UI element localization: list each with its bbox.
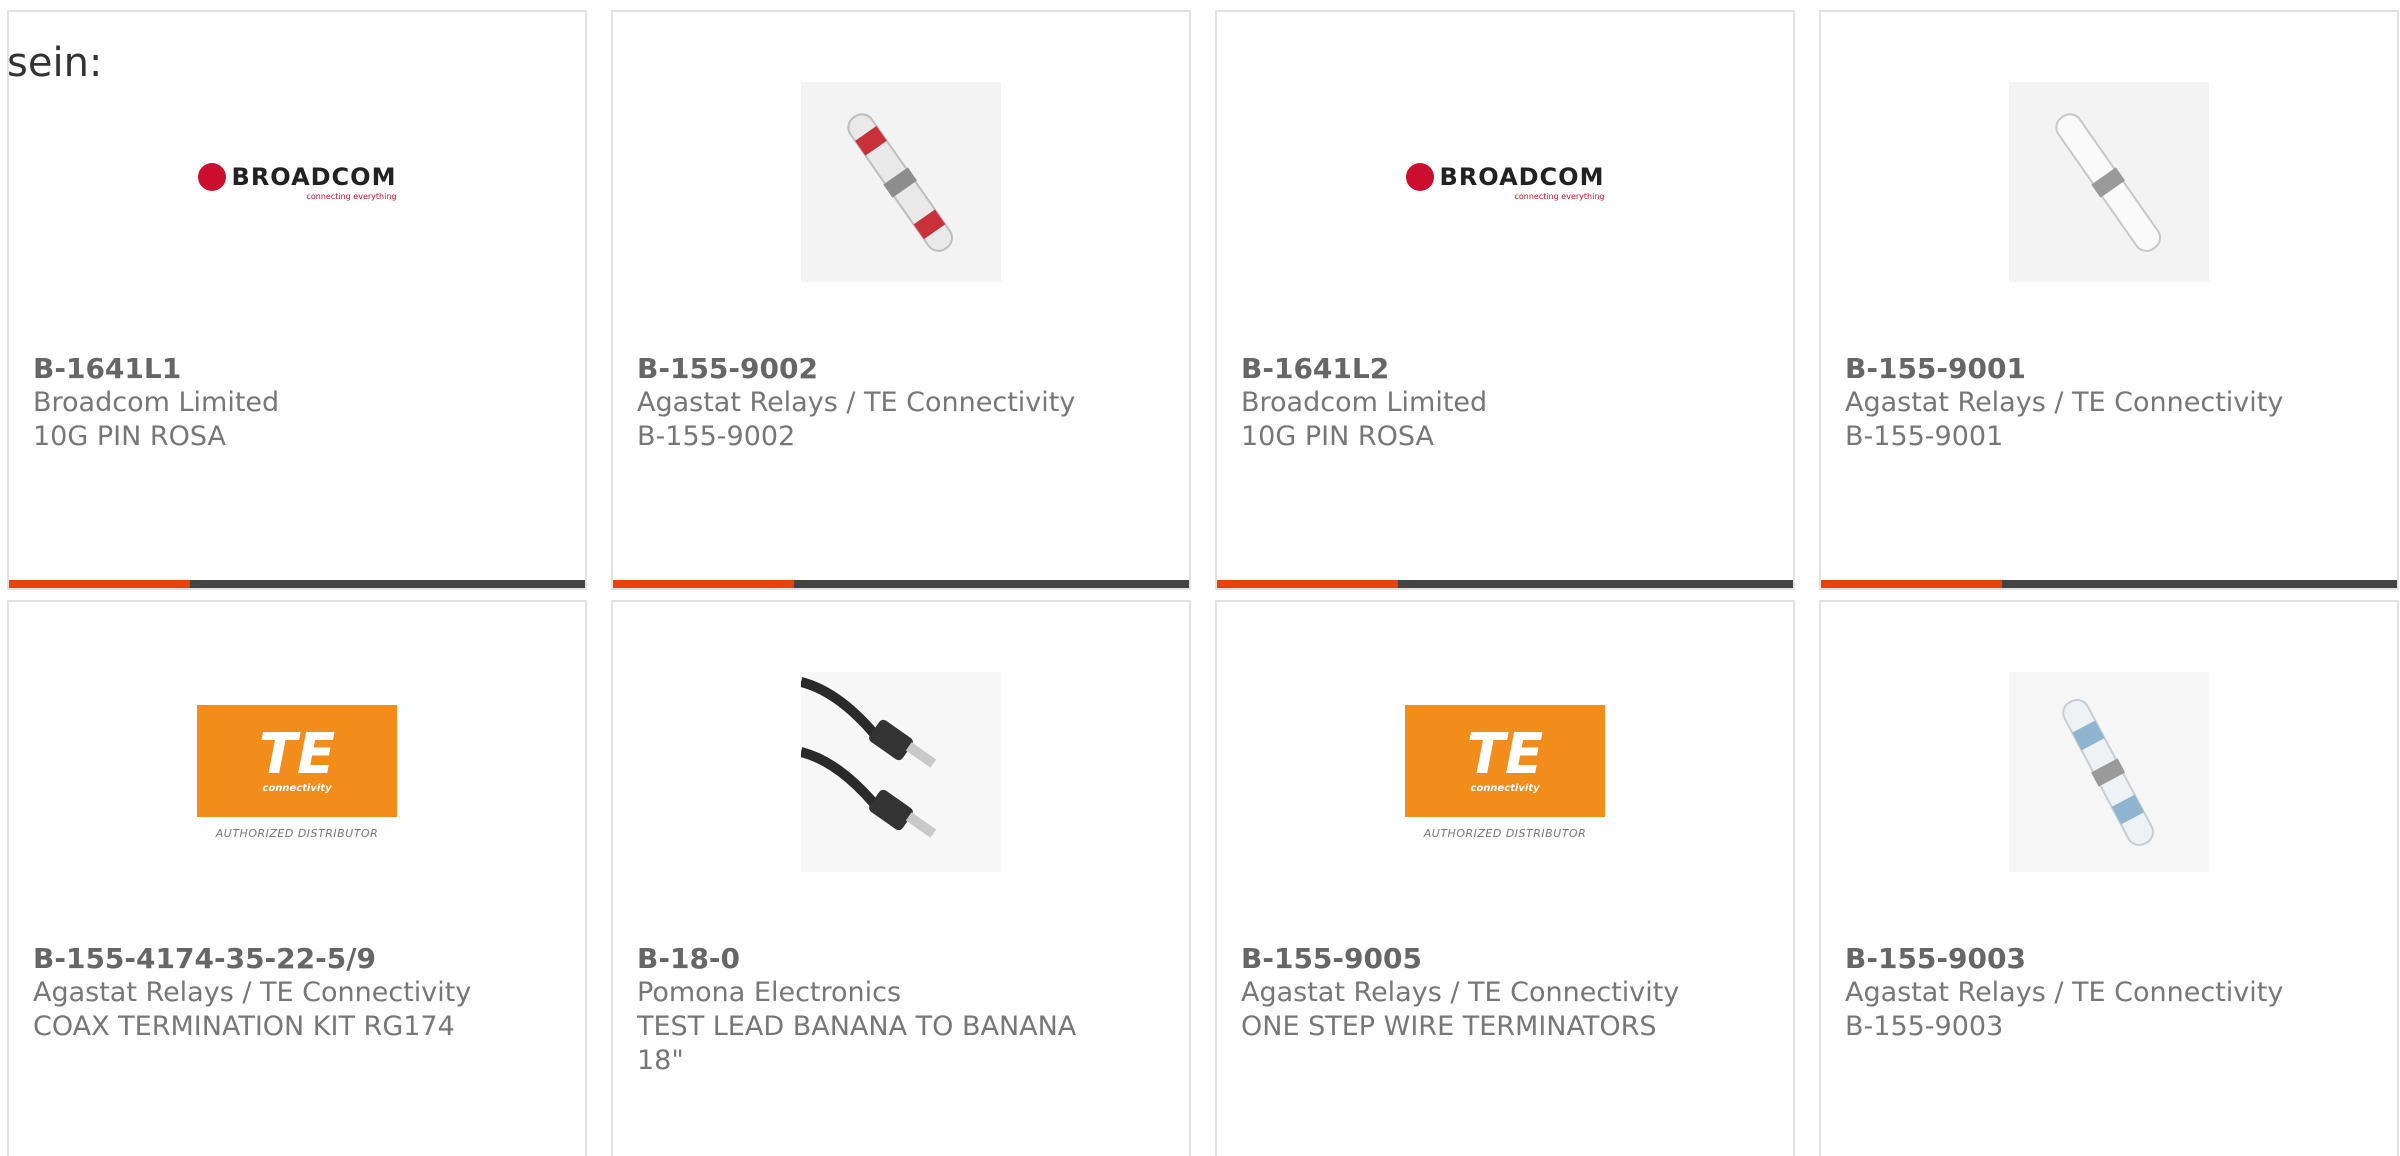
product-thumbnail[interactable] <box>801 82 1001 282</box>
te-connectivity-logo: TE connectivity AUTHORIZED DISTRIBUTOR <box>1405 704 1605 840</box>
product-description: B-155-9001 <box>1845 421 2004 452</box>
product-grid: BROADCOM connecting everything B-1641L1 … <box>7 10 2399 1156</box>
broadcom-logo: BROADCOM connecting everything <box>197 163 397 201</box>
broadcom-mark-icon <box>197 163 226 191</box>
manufacturer: Broadcom Limited <box>33 387 280 418</box>
te-logo-box: TE connectivity <box>1405 704 1605 817</box>
product-info: B-155-9005 Agastat Relays / TE Connectiv… <box>1241 942 1769 1044</box>
te-connectivity-logo: TE connectivity AUTHORIZED DISTRIBUTOR <box>197 704 397 840</box>
te-wordmark: TE <box>1466 722 1544 787</box>
manufacturer: Agastat Relays / TE Connectivity <box>1845 977 2284 1008</box>
product-info: B-155-9003 Agastat Relays / TE Connectiv… <box>1845 942 2373 1044</box>
broadcom-tagline: connecting everything <box>306 192 397 201</box>
part-number[interactable]: B-155-9001 <box>1845 352 2373 386</box>
banana-test-lead-photo <box>801 672 1001 872</box>
manufacturer: Agastat Relays / TE Connectivity <box>1241 977 1680 1008</box>
product-description: TEST LEAD BANANA TO BANANA 18" <box>637 1011 1077 1076</box>
card-accent-bar <box>1821 580 2003 588</box>
te-tagline: connectivity <box>262 783 332 794</box>
solder-sleeve-red-photo <box>801 82 1001 282</box>
part-number[interactable]: B-1641L1 <box>33 352 561 386</box>
manufacturer: Agastat Relays / TE Connectivity <box>637 387 1076 418</box>
product-description: B-155-9003 <box>1845 1011 2004 1042</box>
product-description: COAX TERMINATION KIT RG174 <box>33 1011 455 1042</box>
part-number[interactable]: B-155-9005 <box>1241 942 1769 976</box>
intro-text: sein: <box>7 40 103 86</box>
product-thumbnail[interactable] <box>801 672 1001 872</box>
product-thumbnail[interactable]: TE connectivity AUTHORIZED DISTRIBUTOR <box>197 672 397 872</box>
product-card[interactable]: TE connectivity AUTHORIZED DISTRIBUTOR B… <box>1215 600 1795 1156</box>
product-thumbnail[interactable] <box>2009 672 2209 872</box>
part-number[interactable]: B-155-9003 <box>1845 942 2373 976</box>
manufacturer: Agastat Relays / TE Connectivity <box>33 977 472 1008</box>
product-card[interactable]: BROADCOM connecting everything B-1641L1 … <box>7 10 587 590</box>
product-listing-page: sein: BROADCOM connecting everything B-1… <box>0 0 2400 1156</box>
broadcom-wordmark: BROADCOM <box>1439 163 1605 191</box>
part-number[interactable]: B-18-0 <box>637 942 1165 976</box>
card-bottom-bar <box>613 580 1189 588</box>
broadcom-logo: BROADCOM connecting everything <box>1405 163 1605 201</box>
authorized-distributor-label: AUTHORIZED DISTRIBUTOR <box>215 826 379 840</box>
product-card[interactable]: B-18-0 Pomona Electronics TEST LEAD BANA… <box>611 600 1191 1156</box>
solder-sleeve-clear-photo <box>2009 82 2209 282</box>
product-thumbnail[interactable] <box>2009 82 2209 282</box>
product-thumbnail[interactable]: BROADCOM connecting everything <box>1405 82 1605 282</box>
broadcom-tagline: connecting everything <box>1514 192 1605 201</box>
product-info: B-155-9001 Agastat Relays / TE Connectiv… <box>1845 352 2373 454</box>
product-info: B-155-4174-35-22-5/9 Agastat Relays / TE… <box>33 942 561 1044</box>
part-number[interactable]: B-155-4174-35-22-5/9 <box>33 942 561 976</box>
product-card[interactable]: B-155-9003 Agastat Relays / TE Connectiv… <box>1819 600 2399 1156</box>
card-accent-bar <box>613 580 795 588</box>
manufacturer: Broadcom Limited <box>1241 387 1488 418</box>
product-description: 10G PIN ROSA <box>1241 421 1435 452</box>
card-bottom-bar <box>1821 580 2397 588</box>
solder-sleeve-blue-photo <box>2009 672 2209 872</box>
manufacturer: Pomona Electronics <box>637 977 902 1008</box>
card-bottom-bar <box>1217 580 1793 588</box>
product-info: B-155-9002 Agastat Relays / TE Connectiv… <box>637 352 1165 454</box>
product-card[interactable]: B-155-9001 Agastat Relays / TE Connectiv… <box>1819 10 2399 590</box>
part-number[interactable]: B-155-9002 <box>637 352 1165 386</box>
product-description: ONE STEP WIRE TERMINATORS <box>1241 1011 1657 1042</box>
manufacturer: Agastat Relays / TE Connectivity <box>1845 387 2284 418</box>
product-thumbnail[interactable]: TE connectivity AUTHORIZED DISTRIBUTOR <box>1405 672 1605 872</box>
card-bottom-bar <box>9 580 585 588</box>
product-info: B-1641L1 Broadcom Limited 10G PIN ROSA <box>33 352 561 454</box>
product-card[interactable]: TE connectivity AUTHORIZED DISTRIBUTOR B… <box>7 600 587 1156</box>
product-description: B-155-9002 <box>637 421 796 452</box>
te-tagline: connectivity <box>1470 783 1540 794</box>
authorized-distributor-label: AUTHORIZED DISTRIBUTOR <box>1423 826 1587 840</box>
product-description: 10G PIN ROSA <box>33 421 227 452</box>
broadcom-wordmark: BROADCOM <box>231 163 397 191</box>
card-accent-bar <box>1217 580 1399 588</box>
product-card[interactable]: BROADCOM connecting everything B-1641L2 … <box>1215 10 1795 590</box>
card-accent-bar <box>9 580 191 588</box>
te-logo-box: TE connectivity <box>197 704 397 817</box>
part-number[interactable]: B-1641L2 <box>1241 352 1769 386</box>
product-info: B-1641L2 Broadcom Limited 10G PIN ROSA <box>1241 352 1769 454</box>
product-card[interactable]: B-155-9002 Agastat Relays / TE Connectiv… <box>611 10 1191 590</box>
te-wordmark: TE <box>258 722 336 787</box>
broadcom-mark-icon <box>1405 163 1434 191</box>
product-info: B-18-0 Pomona Electronics TEST LEAD BANA… <box>637 942 1165 1078</box>
product-thumbnail[interactable]: BROADCOM connecting everything <box>197 82 397 282</box>
